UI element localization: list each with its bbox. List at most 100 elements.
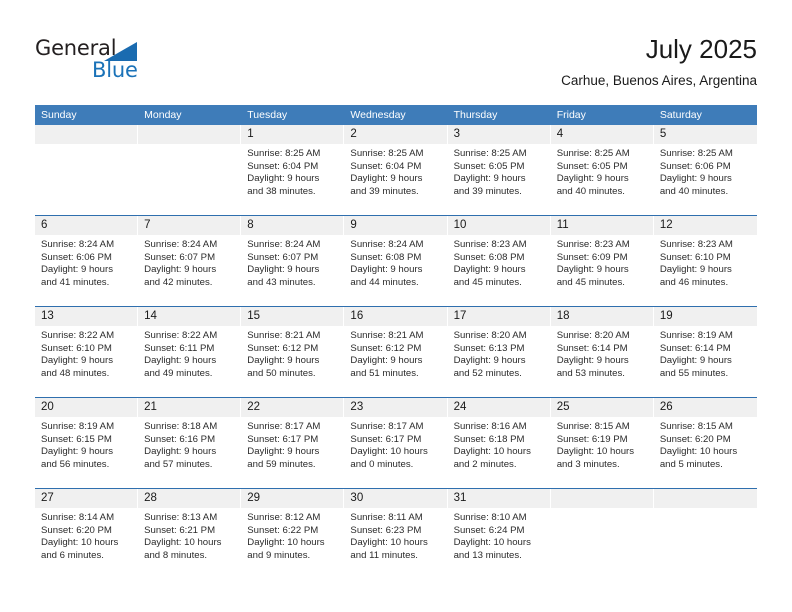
day-cell[interactable]: Sunrise: 8:20 AM Sunset: 6:14 PM Daylight:… (550, 326, 654, 397)
day-number[interactable]: 27 (35, 489, 139, 508)
day-number[interactable]: 11 (550, 216, 654, 235)
day-number[interactable]: 1 (241, 125, 345, 144)
sunset-text: Sunset: 6:11 PM (144, 342, 215, 354)
day-number[interactable]: 29 (241, 489, 345, 508)
day-cell[interactable]: Sunrise: 8:25 AM Sunset: 6:04 PM Daylight:… (241, 144, 345, 215)
day-cell[interactable]: Sunrise: 8:23 AM Sunset: 6:10 PM Daylight:… (653, 235, 757, 306)
daylight-text: Daylight: 9 hours (247, 264, 320, 276)
sunrise-text: Sunrise: 8:13 AM (144, 512, 218, 523)
day-number[interactable]: 19 (653, 307, 757, 326)
day-cell[interactable]: Sunrise: 8:23 AM Sunset: 6:08 PM Daylight:… (447, 235, 551, 306)
sunrise-text: Sunrise: 8:15 AM (659, 421, 733, 432)
sunrise-text: Sunrise: 8:17 AM (247, 421, 321, 432)
day-number[interactable]: 24 (447, 398, 551, 417)
daylight-text: and 13 minutes. (453, 550, 522, 562)
day-number[interactable]: 18 (550, 307, 654, 326)
day-cell[interactable]: Sunrise: 8:14 AM Sunset: 6:20 PM Daylight:… (35, 508, 139, 579)
day-cell[interactable]: Sunrise: 8:17 AM Sunset: 6:17 PM Daylight:… (241, 417, 345, 488)
day-number[interactable]: 30 (344, 489, 448, 508)
logo-text-blue: Blue (92, 58, 138, 82)
day-cell[interactable]: Sunrise: 8:15 AM Sunset: 6:20 PM Daylight:… (653, 417, 757, 488)
day-cell[interactable]: Sunrise: 8:25 AM Sunset: 6:05 PM Daylight:… (447, 144, 551, 215)
sunset-text: Sunset: 6:06 PM (659, 160, 731, 172)
day-cell[interactable]: Sunrise: 8:25 AM Sunset: 6:05 PM Daylight:… (550, 144, 654, 215)
daylight-text: and 56 minutes. (41, 459, 110, 471)
sunrise-text: Sunrise: 8:23 AM (659, 239, 733, 250)
day-cell[interactable]: Sunrise: 8:22 AM Sunset: 6:11 PM Daylight:… (138, 326, 242, 397)
day-cell[interactable]: Sunrise: 8:11 AM Sunset: 6:23 PM Daylight:… (344, 508, 448, 579)
day-cell-empty (550, 508, 654, 579)
day-cell[interactable]: Sunrise: 8:20 AM Sunset: 6:13 PM Daylight:… (447, 326, 551, 397)
daylight-text: and 3 minutes. (556, 459, 620, 471)
daylight-text: and 0 minutes. (350, 459, 414, 471)
daylight-text: and 39 minutes. (350, 186, 419, 198)
daylight-text: and 5 minutes. (659, 459, 723, 471)
sunset-text: Sunset: 6:10 PM (659, 251, 731, 263)
day-cell[interactable]: Sunrise: 8:17 AM Sunset: 6:17 PM Daylight:… (344, 417, 448, 488)
daylight-text: Daylight: 9 hours (659, 173, 732, 185)
day-cell[interactable]: Sunrise: 8:25 AM Sunset: 6:04 PM Daylight:… (344, 144, 448, 215)
day-number[interactable]: 25 (550, 398, 654, 417)
sunrise-text: Sunrise: 8:25 AM (350, 148, 424, 159)
day-number[interactable]: 22 (241, 398, 345, 417)
day-number[interactable]: 16 (344, 307, 448, 326)
day-number[interactable]: 10 (447, 216, 551, 235)
day-number[interactable]: 23 (344, 398, 448, 417)
sunset-text: Sunset: 6:13 PM (453, 342, 525, 354)
day-number[interactable]: 2 (344, 125, 448, 144)
day-number[interactable]: 17 (447, 307, 551, 326)
day-cell[interactable]: Sunrise: 8:21 AM Sunset: 6:12 PM Daylight:… (241, 326, 345, 397)
sunset-text: Sunset: 6:20 PM (41, 524, 112, 536)
day-number[interactable]: 5 (653, 125, 757, 144)
day-cell[interactable]: Sunrise: 8:18 AM Sunset: 6:16 PM Daylight:… (138, 417, 242, 488)
daylight-text: Daylight: 9 hours (144, 446, 217, 458)
day-number[interactable]: 12 (653, 216, 757, 235)
day-number[interactable]: 14 (138, 307, 242, 326)
day-number[interactable]: 28 (138, 489, 242, 508)
day-cell[interactable]: Sunrise: 8:24 AM Sunset: 6:07 PM Daylight:… (138, 235, 242, 306)
page-title: July 2025 (645, 34, 757, 64)
sunset-text: Sunset: 6:05 PM (453, 160, 525, 172)
day-cell[interactable]: Sunrise: 8:10 AM Sunset: 6:24 PM Daylight:… (447, 508, 551, 579)
sunrise-text: Sunrise: 8:25 AM (659, 148, 733, 159)
day-cell[interactable]: Sunrise: 8:12 AM Sunset: 6:22 PM Daylight:… (241, 508, 345, 579)
day-number[interactable]: 7 (138, 216, 242, 235)
sunset-text: Sunset: 6:12 PM (350, 342, 422, 354)
sunset-text: Sunset: 6:16 PM (144, 433, 216, 445)
day-cell[interactable]: Sunrise: 8:24 AM Sunset: 6:07 PM Daylight:… (241, 235, 345, 306)
day-number[interactable]: 13 (35, 307, 139, 326)
daylight-text: Daylight: 10 hours (144, 537, 222, 549)
day-number[interactable]: 8 (241, 216, 345, 235)
daylight-text: Daylight: 9 hours (41, 446, 113, 458)
day-number[interactable]: 31 (447, 489, 551, 508)
day-number[interactable]: 20 (35, 398, 139, 417)
daylight-text: and 6 minutes. (41, 550, 104, 562)
day-cell[interactable]: Sunrise: 8:13 AM Sunset: 6:21 PM Daylight:… (138, 508, 242, 579)
day-cell[interactable]: Sunrise: 8:23 AM Sunset: 6:09 PM Daylight:… (550, 235, 654, 306)
day-number[interactable]: 21 (138, 398, 242, 417)
day-cell[interactable]: Sunrise: 8:25 AM Sunset: 6:06 PM Daylight:… (653, 144, 757, 215)
day-number[interactable]: 4 (550, 125, 654, 144)
day-cell[interactable]: Sunrise: 8:24 AM Sunset: 6:06 PM Daylight:… (35, 235, 139, 306)
day-number[interactable]: 15 (241, 307, 345, 326)
daylight-text: and 8 minutes. (144, 550, 208, 562)
day-number[interactable]: 3 (447, 125, 551, 144)
daylight-text: and 39 minutes. (453, 186, 522, 198)
day-cell[interactable]: Sunrise: 8:19 AM Sunset: 6:14 PM Daylight:… (653, 326, 757, 397)
day-cell[interactable]: Sunrise: 8:15 AM Sunset: 6:19 PM Daylight:… (550, 417, 654, 488)
day-cell[interactable]: Sunrise: 8:21 AM Sunset: 6:12 PM Daylight:… (344, 326, 448, 397)
daylight-text: Daylight: 9 hours (144, 264, 217, 276)
daylight-text: and 50 minutes. (247, 368, 316, 380)
daylight-text: and 45 minutes. (453, 277, 522, 289)
day-cell[interactable]: Sunrise: 8:24 AM Sunset: 6:08 PM Daylight:… (344, 235, 448, 306)
day-number[interactable]: 6 (35, 216, 139, 235)
daylight-text: and 38 minutes. (247, 186, 316, 198)
day-number-empty (653, 489, 757, 508)
day-cell[interactable]: Sunrise: 8:19 AM Sunset: 6:15 PM Daylight:… (35, 417, 139, 488)
day-number[interactable]: 26 (653, 398, 757, 417)
day-cell[interactable]: Sunrise: 8:16 AM Sunset: 6:18 PM Daylight:… (447, 417, 551, 488)
day-number[interactable]: 9 (344, 216, 448, 235)
day-cell[interactable]: Sunrise: 8:22 AM Sunset: 6:10 PM Daylight:… (35, 326, 139, 397)
calendar-week-row: 20 21 22 23 24 25 26 Sunrise: 8:19 AM Sunset: 6:… (35, 397, 757, 488)
sunset-text: Sunset: 6:07 PM (144, 251, 216, 263)
